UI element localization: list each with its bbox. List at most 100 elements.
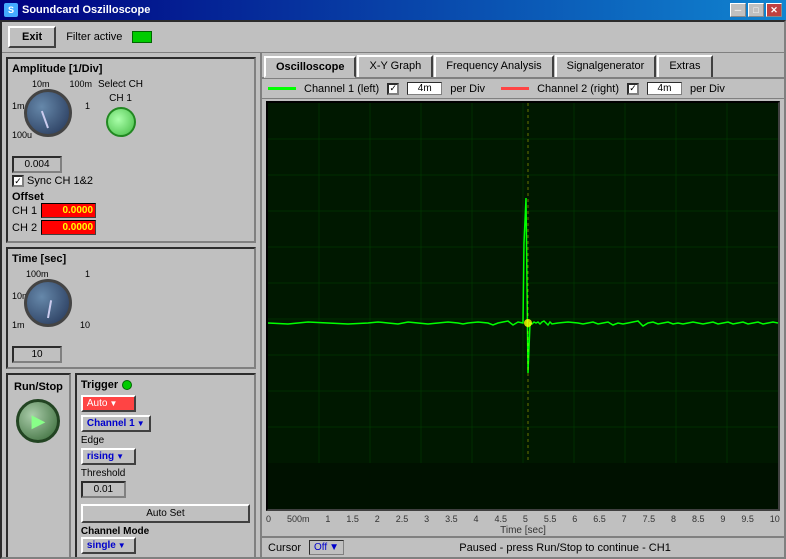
ch1-offset-label: CH 1 bbox=[12, 205, 37, 217]
amp-label-100m: 100m bbox=[69, 79, 92, 89]
window-controls[interactable]: ─ □ ✕ bbox=[730, 3, 782, 17]
time-label-1m: 1m bbox=[12, 320, 25, 330]
select-ch-area: Select CH CH 1 bbox=[98, 79, 143, 154]
cursor-dropdown[interactable]: Off ▼ bbox=[309, 540, 344, 555]
ch2-per-div-input[interactable] bbox=[647, 82, 682, 95]
x-label-5-5: 5.5 bbox=[544, 514, 557, 524]
time-knob-area: 100m 1 10m 1m 10 bbox=[12, 269, 92, 344]
ch2-row-label: Channel 2 (right) bbox=[537, 83, 619, 95]
main-window: Exit Filter active Amplitude [1/Div] 10m… bbox=[0, 20, 786, 559]
x-label-9-5: 9.5 bbox=[741, 514, 754, 524]
time-value-input[interactable]: 10 bbox=[12, 346, 62, 363]
x-label-6: 6 bbox=[572, 514, 577, 524]
ch2-offset-input[interactable]: 0.0000 bbox=[41, 220, 96, 235]
run-stop-button[interactable]: ▶ bbox=[16, 399, 60, 443]
window-title: Soundcard Oszilloscope bbox=[22, 4, 726, 16]
time-label-100m: 100m bbox=[26, 269, 49, 279]
amp-label-10m: 10m bbox=[32, 79, 50, 89]
ch1-per-div-input[interactable] bbox=[407, 82, 442, 95]
channel-row: Channel 1 (left) ✓ per Div Channel 2 (ri… bbox=[262, 79, 784, 99]
filter-active-label: Filter active bbox=[66, 31, 122, 43]
top-row: Exit Filter active bbox=[2, 22, 784, 53]
amplitude-title: Amplitude [1/Div] bbox=[12, 63, 250, 75]
ch1-indicator bbox=[106, 107, 136, 137]
time-title: Time [sec] bbox=[12, 253, 250, 265]
right-panel: Oscilloscope X-Y Graph Frequency Analysi… bbox=[262, 53, 784, 557]
offset-label: Offset bbox=[12, 191, 44, 203]
oscilloscope-display bbox=[266, 101, 780, 511]
amplitude-knob-area: 10m 100m 1m 1 100u bbox=[12, 79, 92, 154]
tab-oscilloscope[interactable]: Oscilloscope bbox=[264, 56, 356, 78]
cursor-label: Cursor bbox=[268, 542, 301, 554]
channel-mode-dropdown[interactable]: single ▼ bbox=[81, 537, 136, 554]
bottom-left-area: Run/Stop ▶ Trigger Auto ▼ bbox=[6, 373, 256, 557]
amp-label-1: 1 bbox=[85, 101, 90, 111]
close-button[interactable]: ✕ bbox=[766, 3, 782, 17]
x-label-2-5: 2.5 bbox=[396, 514, 409, 524]
time-knob[interactable] bbox=[24, 279, 72, 327]
time-section: Time [sec] 100m 1 10m 1m 10 10 bbox=[6, 247, 256, 369]
ch1-color-line bbox=[268, 87, 296, 90]
time-label-1: 1 bbox=[85, 269, 90, 279]
title-bar: S Soundcard Oszilloscope ─ □ ✕ bbox=[0, 0, 786, 20]
ch1-offset-row: CH 1 0.0000 bbox=[12, 203, 250, 218]
time-label-10: 10 bbox=[80, 320, 90, 330]
ch2-offset-label: CH 2 bbox=[12, 222, 37, 234]
tab-signalgenerator[interactable]: Signalgenerator bbox=[555, 55, 657, 77]
select-ch-label: Select CH bbox=[98, 79, 143, 90]
trigger-led bbox=[122, 380, 132, 390]
minimize-button[interactable]: ─ bbox=[730, 3, 746, 17]
run-stop-title: Run/Stop bbox=[14, 381, 63, 393]
trigger-mode-row: Auto ▼ bbox=[81, 395, 250, 412]
amp-label-1m: 1m bbox=[12, 101, 25, 111]
app-icon: S bbox=[4, 3, 18, 17]
ch1-offset-input[interactable]: 0.0000 bbox=[41, 203, 96, 218]
x-label-500m: 500m bbox=[287, 514, 310, 524]
tab-xy-graph[interactable]: X-Y Graph bbox=[357, 55, 433, 77]
x-label-1-5: 1.5 bbox=[346, 514, 359, 524]
threshold-input[interactable]: 0.01 bbox=[81, 481, 126, 498]
trigger-section: Trigger Auto ▼ Channel 1 ▼ bbox=[75, 373, 256, 557]
amplitude-value-input[interactable]: 0.004 bbox=[12, 156, 62, 173]
amplitude-section: Amplitude [1/Div] 10m 100m 1m 1 100u bbox=[6, 57, 256, 243]
x-label-1: 1 bbox=[325, 514, 330, 524]
trigger-channel-row: Channel 1 ▼ bbox=[81, 415, 250, 432]
x-label-7-5: 7.5 bbox=[643, 514, 656, 524]
exit-button[interactable]: Exit bbox=[8, 26, 56, 48]
trigger-mode-dropdown[interactable]: Auto ▼ bbox=[81, 395, 136, 412]
x-label-0: 0 bbox=[266, 514, 271, 524]
cursor-value: Off bbox=[314, 542, 327, 553]
x-label-2: 2 bbox=[375, 514, 380, 524]
sync-label: Sync CH 1&2 bbox=[27, 175, 93, 187]
amplitude-knob[interactable] bbox=[24, 89, 72, 137]
ch1-knob-label: CH 1 bbox=[109, 93, 132, 104]
run-stop-section: Run/Stop ▶ bbox=[6, 373, 71, 557]
status-text: Paused - press Run/Stop to continue - CH… bbox=[352, 542, 778, 554]
ch2-checkbox[interactable]: ✓ bbox=[627, 83, 639, 95]
ch2-color-line bbox=[501, 87, 529, 90]
x-label-7: 7 bbox=[622, 514, 627, 524]
x-label-6-5: 6.5 bbox=[593, 514, 606, 524]
tabs-row: Oscilloscope X-Y Graph Frequency Analysi… bbox=[262, 53, 784, 79]
tab-frequency-analysis[interactable]: Frequency Analysis bbox=[434, 55, 553, 77]
trigger-title: Trigger bbox=[81, 379, 118, 391]
trigger-edge-dropdown[interactable]: rising ▼ bbox=[81, 448, 136, 465]
ch1-checkbox[interactable]: ✓ bbox=[387, 83, 399, 95]
ch2-per-div-unit: per Div bbox=[690, 83, 725, 95]
oscilloscope-grid bbox=[268, 103, 778, 463]
channel-mode-label: Channel Mode bbox=[81, 526, 250, 537]
sync-checkbox[interactable]: ✓ bbox=[12, 175, 24, 187]
x-label-4: 4 bbox=[474, 514, 479, 524]
x-label-4-5: 4.5 bbox=[494, 514, 507, 524]
maximize-button[interactable]: □ bbox=[748, 3, 764, 17]
threshold-label: Threshold bbox=[81, 468, 250, 479]
filter-led bbox=[132, 31, 152, 43]
x-label-10: 10 bbox=[770, 514, 780, 524]
auto-set-button[interactable]: Auto Set bbox=[81, 504, 250, 523]
content-area: Amplitude [1/Div] 10m 100m 1m 1 100u bbox=[2, 53, 784, 557]
x-label-9: 9 bbox=[720, 514, 725, 524]
ch1-per-div-unit: per Div bbox=[450, 83, 485, 95]
amp-label-100u: 100u bbox=[12, 130, 32, 140]
trigger-channel-dropdown[interactable]: Channel 1 ▼ bbox=[81, 415, 151, 432]
tab-extras[interactable]: Extras bbox=[657, 55, 712, 77]
